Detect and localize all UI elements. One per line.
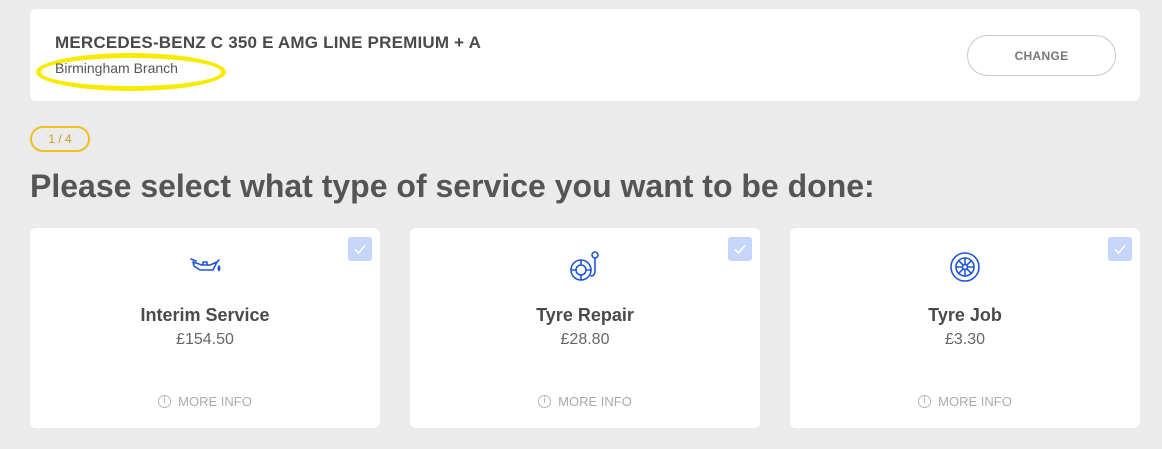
check-icon — [1114, 244, 1126, 255]
check-icon — [734, 244, 746, 255]
service-checkbox[interactable] — [348, 237, 372, 261]
service-price: £3.30 — [944, 331, 986, 348]
more-info-link[interactable]: i MORE INFO — [30, 394, 380, 409]
tyre-pump-icon — [565, 250, 605, 284]
more-info-link[interactable]: i MORE INFO — [410, 394, 760, 409]
service-checkbox[interactable] — [728, 237, 752, 261]
info-icon: i — [158, 395, 172, 408]
page-title: Please select what type of service you w… — [30, 168, 875, 204]
more-info-label: MORE INFO — [938, 394, 1012, 409]
info-icon: i — [538, 395, 552, 408]
oil-can-icon — [185, 250, 225, 284]
step-badge: 1 / 4 — [30, 126, 90, 152]
change-button[interactable]: CHANGE — [967, 35, 1116, 76]
vehicle-card: MERCEDES-BENZ C 350 E AMG LINE PREMIUM +… — [30, 9, 1140, 101]
service-price: £154.50 — [176, 331, 234, 348]
more-info-label: MORE INFO — [558, 394, 632, 409]
service-name: Tyre Job — [928, 305, 1002, 325]
service-card-tyre-job[interactable]: Tyre Job £3.30 i MORE INFO — [790, 228, 1140, 428]
service-name: Tyre Repair — [536, 305, 634, 325]
service-card-interim-service[interactable]: Interim Service £154.50 i MORE INFO — [30, 228, 380, 428]
more-info-label: MORE INFO — [178, 394, 252, 409]
service-price: £28.80 — [560, 331, 610, 348]
tyre-icon — [945, 250, 985, 284]
vehicle-name: MERCEDES-BENZ C 350 E AMG LINE PREMIUM +… — [55, 33, 482, 52]
service-name: Interim Service — [140, 305, 270, 325]
branch-highlight: Birmingham Branch — [36, 53, 226, 91]
service-card-tyre-repair[interactable]: Tyre Repair £28.80 i MORE INFO — [410, 228, 760, 428]
more-info-link[interactable]: i MORE INFO — [790, 394, 1140, 409]
branch-name: Birmingham Branch — [55, 60, 178, 76]
info-icon: i — [918, 395, 932, 408]
check-icon — [354, 244, 366, 255]
service-checkbox[interactable] — [1108, 237, 1132, 261]
